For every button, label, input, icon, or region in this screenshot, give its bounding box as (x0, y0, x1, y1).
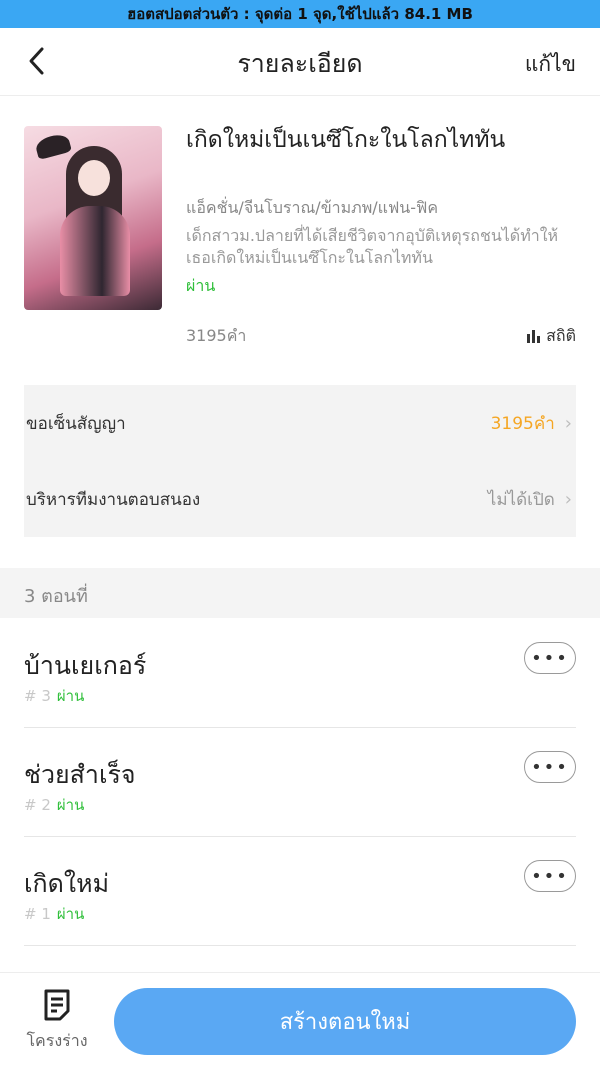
chevron-right-icon: › (564, 488, 572, 510)
book-genres: แอ็คชั่น/จีนโบราณ/ข้ามภพ/แฟน-ฟิค (186, 198, 439, 217)
team-value: ไม่ได้เปิด (487, 489, 555, 510)
chapter-number: # 1 (24, 905, 51, 923)
contract-row[interactable]: ขอเซ็นสัญญา 3195คำ › (24, 385, 576, 461)
chapter-status: ผ่าน (56, 796, 85, 814)
draft-button[interactable]: โครงร่าง (20, 989, 94, 1054)
more-dots-icon: ••• (531, 647, 569, 669)
chapter-item[interactable]: ช่วยสำเร็จ # 2 ผ่าน ••• (24, 727, 576, 837)
chapter-name: เกิดใหม่ (24, 869, 110, 898)
cover-robe-shape (60, 206, 130, 296)
chapter-status: ผ่าน (56, 687, 85, 705)
book-word-count: 3195คำ (186, 326, 247, 345)
chapters-section-header: 3 ตอนที่ (0, 568, 600, 618)
bottom-bar: โครงร่าง สร้างตอนใหม่ (0, 972, 600, 1068)
draft-label: โครงร่าง (26, 1031, 88, 1050)
chapter-item[interactable]: เกิดใหม่ # 1 ผ่าน ••• (24, 836, 576, 946)
chevron-right-icon: › (564, 412, 572, 434)
hotspot-status-bar: ฮอตสปอตส่วนตัว : จุดต่อ 1 จุด,ใช้ไปแล้ว … (0, 0, 600, 28)
more-dots-icon: ••• (531, 865, 569, 887)
book-info: เกิดใหม่เป็นเนซึโกะในโลกไททัน แอ็คชั่น/จ… (0, 96, 600, 366)
more-options-button[interactable]: ••• (524, 860, 576, 892)
team-label: บริหารทีมงานตอบสนอง (26, 489, 201, 510)
draft-document-icon (44, 989, 70, 1021)
chapter-status: ผ่าน (56, 905, 85, 923)
book-settings-panel: ขอเซ็นสัญญา 3195คำ › บริหารทีมงานตอบสนอง… (24, 385, 576, 537)
edit-button[interactable]: แก้ไข (525, 48, 576, 81)
more-dots-icon: ••• (531, 756, 569, 778)
more-options-button[interactable]: ••• (524, 751, 576, 783)
contract-value: 3195คำ (490, 413, 555, 434)
chapter-meta: # 3 ผ่าน (24, 684, 84, 708)
chapter-meta: # 1 ผ่าน (24, 902, 84, 926)
new-chapter-button[interactable]: สร้างตอนใหม่ (114, 988, 576, 1055)
chapter-name: บ้านเยเกอร์ (24, 651, 147, 680)
cover-face-shape (78, 160, 110, 196)
chapter-name: ช่วยสำเร็จ (24, 760, 136, 789)
top-app-bar: รายละเอียด แก้ไข (0, 28, 600, 96)
book-title: เกิดใหม่เป็นเนซึโกะในโลกไททัน (186, 127, 506, 153)
chapter-number: # 2 (24, 796, 51, 814)
contract-label: ขอเซ็นสัญญา (26, 413, 126, 434)
chapter-number: # 3 (24, 687, 51, 705)
hotspot-text: ฮอตสปอตส่วนตัว : จุดต่อ 1 จุด,ใช้ไปแล้ว … (127, 5, 473, 23)
more-options-button[interactable]: ••• (524, 642, 576, 674)
chapter-item[interactable]: บ้านเยเกอร์ # 3 ผ่าน ••• (24, 618, 576, 728)
cover-bird-shape (33, 131, 73, 161)
bar-chart-icon (527, 330, 541, 343)
stats-button[interactable]: สถิติ (526, 324, 576, 349)
book-status: ผ่าน (186, 276, 216, 295)
chapter-meta: # 2 ผ่าน (24, 793, 84, 817)
book-description: เด็กสาวม.ปลายที่ได้เสียชีวิตจากอุบัติเหต… (186, 226, 559, 267)
page-title: รายละเอียด (237, 49, 363, 78)
chapter-count: 3 ตอนที่ (24, 586, 88, 607)
stats-label: สถิติ (546, 326, 576, 345)
book-cover-image (24, 126, 162, 310)
team-row[interactable]: บริหารทีมงานตอบสนอง ไม่ได้เปิด › (24, 461, 576, 537)
